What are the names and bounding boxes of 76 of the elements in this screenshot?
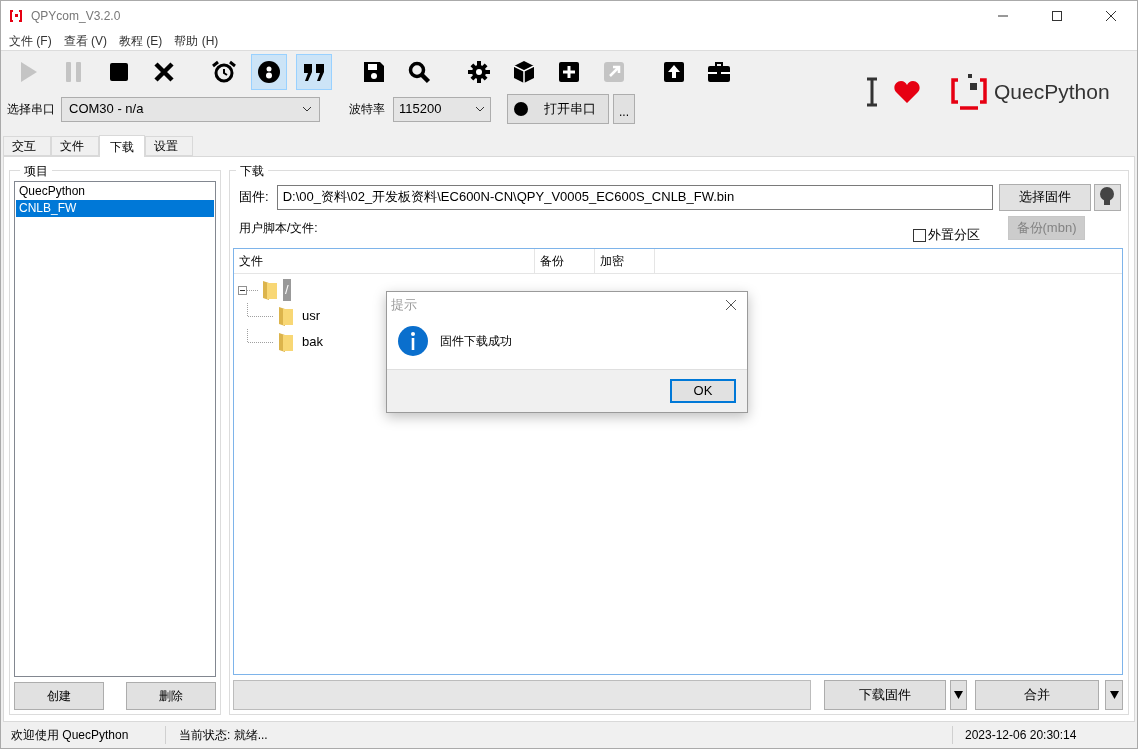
collapse-icon[interactable] xyxy=(238,285,258,295)
project-item[interactable]: CNLB_FW xyxy=(16,200,214,217)
dialog-message: 固件下载成功 xyxy=(440,333,512,350)
external-link-icon xyxy=(602,60,626,84)
group-title: 下载 xyxy=(236,162,268,180)
status-time: 2023-12-06 20:30:14 xyxy=(952,726,1137,744)
column-header[interactable]: 加密 xyxy=(595,249,655,273)
tree-connector xyxy=(247,329,274,343)
status-text: 当前状态: 就绪... xyxy=(178,727,269,744)
dropdown-button[interactable] xyxy=(950,680,967,710)
caret-icon xyxy=(954,691,963,699)
tree-item[interactable]: usr xyxy=(302,306,321,326)
logo-icon xyxy=(950,72,988,111)
bulb-button[interactable] xyxy=(1093,183,1121,211)
ok-button[interactable]: OK xyxy=(670,379,736,403)
light-bulb-icon xyxy=(1099,187,1116,207)
port-dropdown[interactable]: COM30 - n/a xyxy=(61,96,320,122)
folder-icon xyxy=(278,332,294,352)
merge-button[interactable]: 合并 xyxy=(975,680,1099,710)
project-button[interactable]: 删除 xyxy=(126,682,216,710)
scripts-label: 用户脚本/文件: xyxy=(239,220,319,237)
tree-connector xyxy=(247,303,274,317)
app-icon xyxy=(9,9,23,23)
port-label: 选择串口 xyxy=(7,101,55,118)
cube-icon xyxy=(512,60,536,84)
status-dot-icon xyxy=(514,102,528,116)
firmware-path-field[interactable]: D:\00_资料\02_开发板资料\EC600N-CN\QPY_V0005_EC600S_CNLB_FW.bin xyxy=(276,184,993,210)
folder-icon xyxy=(262,280,278,300)
menu-item[interactable]: 帮助 (H) xyxy=(168,31,225,50)
tab[interactable]: 设置 xyxy=(145,136,193,156)
column-header[interactable]: 文件 xyxy=(234,249,535,273)
menu-item[interactable]: 教程 (E) xyxy=(113,31,169,50)
plus-icon xyxy=(557,60,581,84)
chevron-down-icon xyxy=(302,106,312,112)
column-header[interactable]: 备份 xyxy=(535,249,595,273)
dialog-title: 提示 xyxy=(391,295,418,314)
status-text: 欢迎使用 QuecPython xyxy=(1,726,166,744)
select-firmware-button[interactable]: 选择固件 xyxy=(998,183,1091,211)
upload-icon xyxy=(662,60,686,84)
save-icon xyxy=(362,60,386,84)
toolbar-button[interactable] xyxy=(251,54,287,90)
open-port-button[interactable]: 打开串口 xyxy=(507,94,609,124)
dropdown-button[interactable] xyxy=(1105,680,1123,710)
menu-item[interactable]: 查看 (V) xyxy=(57,31,113,50)
baud-label: 波特率 xyxy=(349,101,385,118)
tab[interactable]: 交互 xyxy=(3,136,51,156)
info-icon xyxy=(398,326,428,356)
chevron-down-icon xyxy=(475,106,485,112)
close-icon[interactable] xyxy=(1105,10,1117,22)
toolbar-button[interactable] xyxy=(296,54,332,90)
close-icon xyxy=(152,60,176,84)
external-partition-checkbox[interactable]: 外置分区 xyxy=(913,225,980,245)
tab[interactable]: 下载 xyxy=(99,135,145,157)
search-icon xyxy=(407,60,431,84)
stop-icon xyxy=(107,60,131,84)
gear-icon xyxy=(467,60,491,84)
heart-icon xyxy=(894,80,920,103)
baud-dropdown[interactable]: 115200 xyxy=(393,96,491,122)
figure-eight-icon xyxy=(257,60,281,84)
caret-icon xyxy=(1109,691,1119,699)
maximize-icon[interactable] xyxy=(1051,10,1063,22)
window-title: QPYcom_V3.2.0 xyxy=(31,8,121,25)
firmware-label: 固件: xyxy=(239,188,269,207)
logo-text: QuecPython xyxy=(994,78,1110,105)
menu-item[interactable]: 文件 (F) xyxy=(3,31,58,50)
toolbox-icon xyxy=(707,60,731,84)
more-button[interactable]: ... xyxy=(613,94,635,124)
folder-icon xyxy=(278,306,294,326)
i-beam-icon xyxy=(866,76,878,107)
alarm-clock-icon xyxy=(212,60,236,84)
tab[interactable]: 文件 xyxy=(51,136,99,156)
project-button[interactable]: 创建 xyxy=(14,682,104,710)
download-firmware-button[interactable]: 下载固件 xyxy=(824,680,946,710)
close-icon[interactable] xyxy=(725,298,737,311)
project-item[interactable]: QuecPython xyxy=(16,183,214,200)
tree-item[interactable]: bak xyxy=(302,332,323,352)
